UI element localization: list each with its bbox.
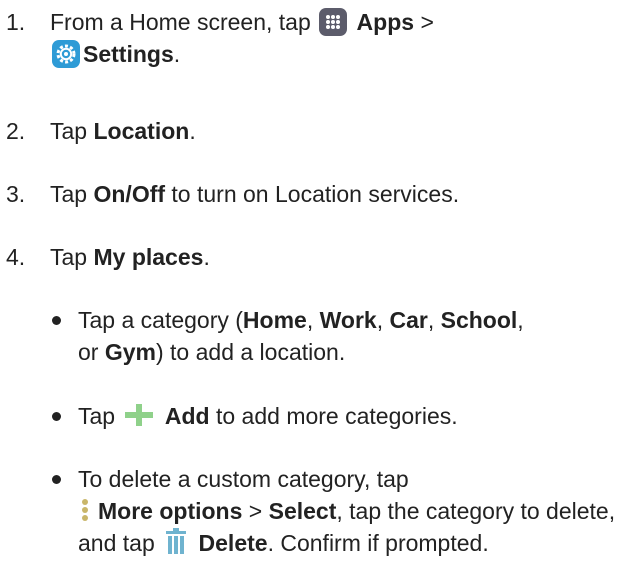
- step-text-part: .: [203, 244, 210, 270]
- step-text: Tap Location.: [50, 115, 630, 147]
- car-label: Car: [389, 307, 428, 333]
- location-label: Location: [93, 118, 190, 144]
- bullet-text-part: or: [78, 339, 99, 365]
- step-text-part: From a Home screen, tap: [50, 9, 311, 35]
- step-text-part: .: [173, 41, 181, 67]
- step-1: 1. From a Home screen, tap Apps > Settin…: [6, 6, 630, 70]
- work-label: Work: [319, 307, 377, 333]
- step-text-part: >: [420, 9, 434, 35]
- apps-grid-icon: [319, 8, 348, 36]
- bullet-add: Tap Add to add more categories.: [52, 400, 630, 432]
- step-text-part: to turn on Location services.: [171, 181, 460, 207]
- bullet-category: Tap a category (Home, Work, Car, School,…: [52, 304, 630, 368]
- step-text: From a Home screen, tap Apps > Settings.: [50, 6, 630, 70]
- step-text-part: Tap: [50, 181, 88, 207]
- bullet-text: To delete a custom category, tap More op…: [78, 463, 630, 559]
- step-text-part: Tap: [50, 118, 88, 144]
- bullet-text-part: ,: [517, 307, 524, 333]
- bullet-delete: To delete a custom category, tap More op…: [52, 463, 630, 559]
- on-off-label: On/Off: [93, 181, 166, 207]
- bullet-dot: [52, 475, 61, 484]
- gym-label: Gym: [104, 339, 156, 365]
- select-label: Select: [268, 498, 337, 524]
- settings-label: Settings: [83, 41, 174, 67]
- trash-icon: [163, 528, 189, 556]
- instructions-page: 1. From a Home screen, tap Apps > Settin…: [0, 0, 634, 557]
- step-text-part: .: [189, 118, 196, 144]
- school-label: School: [440, 307, 518, 333]
- step-number: 2.: [6, 118, 26, 144]
- step-number: 1.: [6, 9, 26, 35]
- step-text-part: Tap: [50, 244, 88, 270]
- bullet-text-part: Tap a category (: [78, 307, 243, 333]
- step-text: Tap My places.: [50, 241, 630, 273]
- more-options-icon: [78, 496, 92, 524]
- bullet-text-part: >: [248, 498, 263, 524]
- home-label: Home: [242, 307, 307, 333]
- delete-label: Delete: [198, 530, 268, 556]
- bullet-text-part: Tap: [78, 403, 116, 429]
- step-number: 3.: [6, 181, 26, 207]
- bullet-dot: [52, 412, 61, 421]
- bullet-text-part: to add more categories.: [215, 403, 458, 429]
- bullet-dot: [52, 316, 61, 325]
- my-places-label: My places: [93, 244, 204, 270]
- more-options-label: More options: [98, 498, 243, 524]
- step-4: 4. Tap My places.: [6, 241, 630, 273]
- apps-label: Apps: [356, 9, 415, 35]
- bullet-text: Tap a category (Home, Work, Car, School,…: [78, 304, 630, 368]
- settings-gear-icon: [52, 40, 80, 68]
- step-3: 3. Tap On/Off to turn on Location servic…: [6, 178, 630, 210]
- step-text: Tap On/Off to turn on Location services.: [50, 178, 630, 210]
- bullet-text-part: ) to add a location.: [155, 339, 346, 365]
- bullet-text: Tap Add to add more categories.: [78, 400, 630, 432]
- step-number: 4.: [6, 244, 26, 270]
- step-2: 2. Tap Location.: [6, 115, 630, 147]
- bullet-text-part: . Confirm if prompted.: [267, 530, 489, 556]
- bullet-text-part: To delete a custom category, tap: [78, 466, 409, 492]
- bullet-text-part: ,: [376, 307, 384, 333]
- bullet-text-part: ,: [427, 307, 435, 333]
- add-label: Add: [164, 403, 210, 429]
- bullet-text-part: ,: [306, 307, 314, 333]
- plus-icon: [123, 401, 155, 429]
